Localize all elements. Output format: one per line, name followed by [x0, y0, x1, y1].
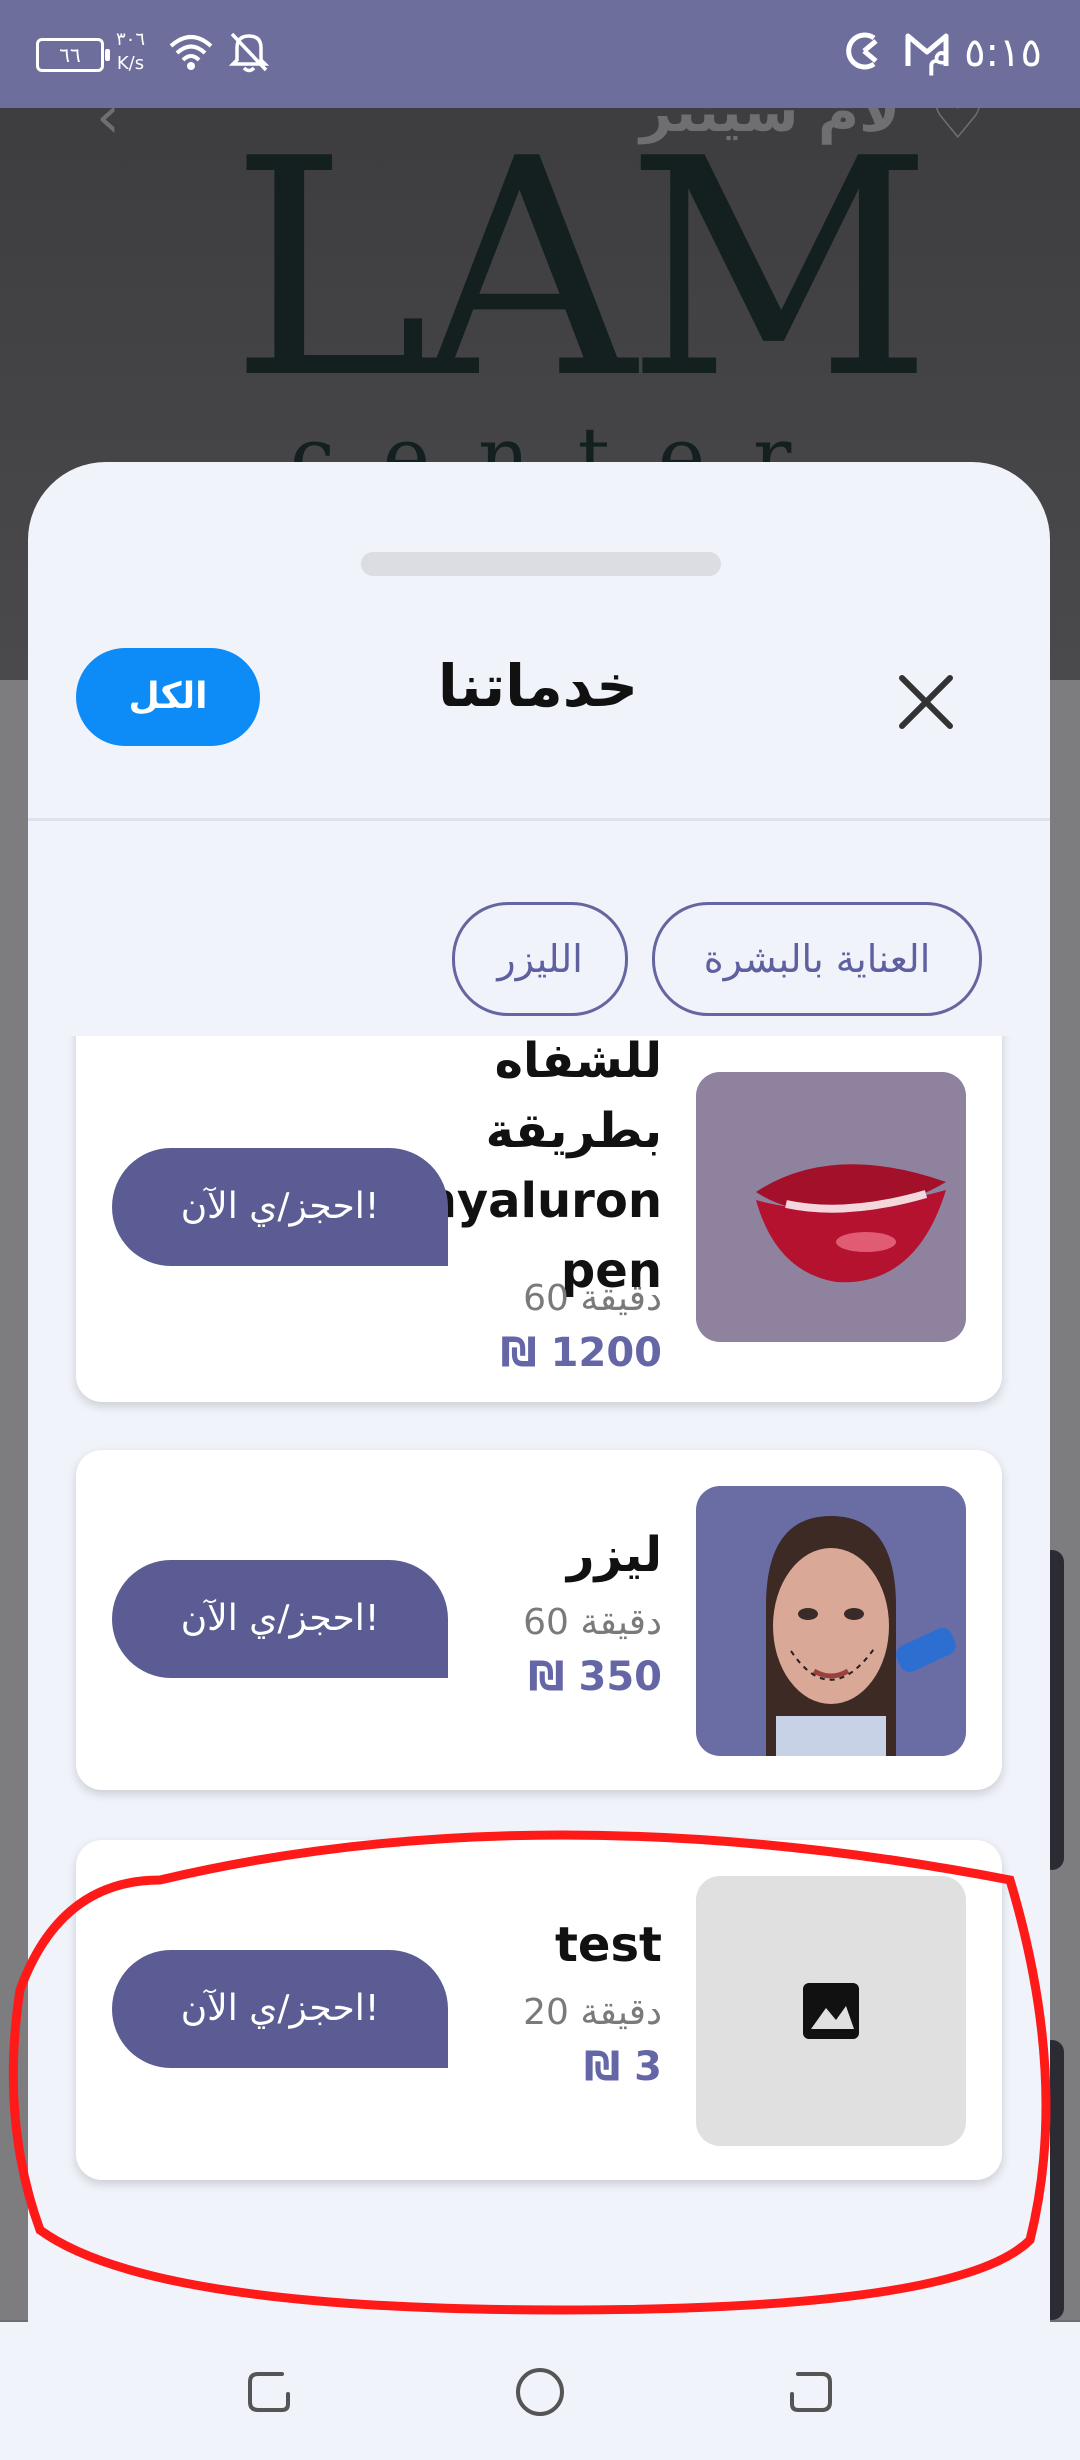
lips-photo — [696, 1072, 966, 1342]
face-laser-photo — [696, 1486, 966, 1756]
service-name: test — [554, 1917, 662, 1973]
service-price: ₪ 350 — [528, 1654, 662, 1700]
service-name: ليزر — [566, 1527, 662, 1583]
service-card[interactable]: للشفاه بطريقة hyaluron pen 60 دقيقة ₪ 12… — [76, 1036, 1002, 1402]
services-list[interactable]: للشفاه بطريقة hyaluron pen 60 دقيقة ₪ 12… — [28, 1036, 1050, 2322]
network-speed-value: ٣٠٦ — [116, 29, 146, 50]
book-now-button[interactable]: احجز/ي الآن! — [112, 1950, 448, 2068]
status-time: ٥:١٥ م — [926, 30, 1042, 76]
wifi-icon — [169, 35, 213, 70]
back-nav-icon[interactable] — [778, 2360, 842, 2424]
system-navigation-bar — [0, 2322, 1080, 2460]
all-services-button[interactable]: الكل — [76, 648, 260, 746]
services-bottom-sheet: الكل خدماتنا العناية بالبشرة الليزر للشف… — [28, 462, 1050, 2322]
status-bar: ٦٦ ٣٠٦ K/s ٥:١٥ م — [0, 0, 1080, 108]
image-placeholder-icon — [696, 1876, 966, 2146]
service-duration: 60 دقيقة — [523, 1602, 662, 1643]
network-speed-unit: K/s — [116, 53, 145, 74]
recent-apps-icon[interactable] — [238, 2360, 302, 2424]
service-price: ₪ 1200 — [500, 1330, 662, 1376]
app-notification-icon — [846, 32, 878, 70]
network-speed: ٣٠٦ K/s — [116, 28, 145, 76]
book-now-button[interactable]: احجز/ي الآن! — [112, 1148, 448, 1266]
category-chip-skin-care[interactable]: العناية بالبشرة — [652, 902, 982, 1016]
sheet-title: خدماتنا — [437, 652, 639, 720]
service-price: ₪ 3 — [584, 2044, 662, 2090]
close-icon[interactable] — [886, 662, 966, 742]
battery-icon: ٦٦ — [36, 38, 110, 72]
notifications-off-icon — [228, 32, 270, 73]
header-divider — [28, 818, 1050, 821]
home-icon[interactable] — [508, 2360, 572, 2424]
service-card[interactable]: ليزر 60 دقيقة ₪ 350 احجز/ي الآن! — [76, 1450, 1002, 1790]
service-duration: 60 دقيقة — [523, 1278, 662, 1319]
category-chip-laser[interactable]: الليزر — [452, 902, 628, 1016]
book-now-button[interactable]: احجز/ي الآن! — [112, 1560, 448, 1678]
service-name: للشفاه بطريقة hyaluron pen — [422, 1036, 662, 1299]
sheet-drag-handle[interactable] — [361, 552, 721, 576]
battery-level: ٦٦ — [59, 43, 81, 67]
lam-logo: LAM — [230, 95, 933, 444]
service-duration: 20 دقيقة — [523, 1992, 662, 2033]
service-card[interactable]: test 20 دقيقة ₪ 3 احجز/ي الآن! — [76, 1840, 1002, 2180]
